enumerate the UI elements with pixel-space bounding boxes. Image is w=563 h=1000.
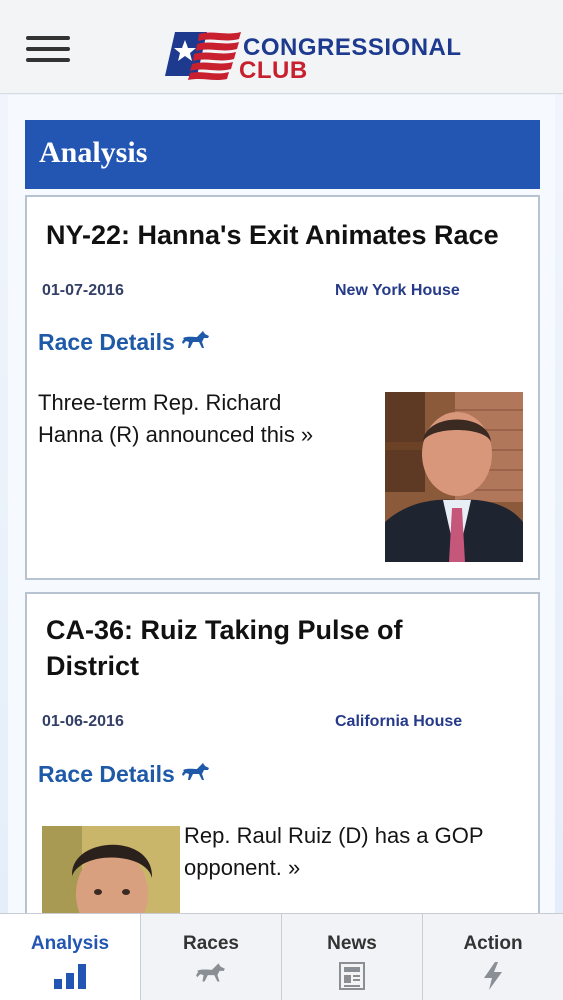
horse-icon <box>196 963 225 982</box>
tab-action[interactable]: Action <box>423 914 563 1000</box>
race-details-label: Race Details <box>38 761 175 787</box>
tab-news[interactable]: News <box>282 914 423 1000</box>
tab-label: Action <box>463 933 523 954</box>
tab-races[interactable]: Races <box>141 914 282 1000</box>
article-summary[interactable]: Rep. Raul Ruiz (D) has a GOP opponent. » <box>184 820 524 884</box>
logo-text-club: CLUB <box>239 57 308 84</box>
hamburger-icon[interactable] <box>26 36 70 70</box>
bar-chart-icon <box>54 964 86 989</box>
article-photo[interactable] <box>42 826 180 913</box>
article-title[interactable]: NY-22: Hanna's Exit Animates Race <box>46 217 528 253</box>
article-title[interactable]: CA-36: Ruiz Taking Pulse of District <box>46 612 476 684</box>
app-header: CONGRESSIONAL CLUB <box>0 0 563 94</box>
article-category[interactable]: California House <box>335 713 462 731</box>
star-flag-icon <box>165 32 241 80</box>
race-details-label: Race Details <box>38 329 175 355</box>
main-content[interactable]: Analysis NY-22: Hanna's Exit Animates Ra… <box>0 95 563 913</box>
tab-label: Races <box>183 933 239 954</box>
newspaper-icon <box>339 962 365 990</box>
congressional-club-logo[interactable]: CONGRESSIONAL CLUB <box>163 26 463 84</box>
section-title: Analysis <box>25 120 540 189</box>
article-category[interactable]: New York House <box>335 282 460 300</box>
article-summary[interactable]: Three-term Rep. Richard Hanna (R) announ… <box>38 387 338 451</box>
article-card[interactable]: NY-22: Hanna's Exit Animates Race 01-07-… <box>25 195 540 580</box>
tab-label: Analysis <box>30 933 110 954</box>
horse-icon <box>181 761 211 788</box>
article-date: 01-06-2016 <box>42 713 124 730</box>
race-details-link[interactable]: Race Details <box>38 761 211 788</box>
tab-label: News <box>327 933 377 954</box>
race-details-link[interactable]: Race Details <box>38 329 211 356</box>
tab-analysis[interactable]: Analysis <box>0 914 141 1000</box>
lightning-icon <box>484 962 502 990</box>
article-card[interactable]: CA-36: Ruiz Taking Pulse of District 01-… <box>25 592 540 913</box>
article-date: 01-07-2016 <box>42 282 124 299</box>
horse-icon <box>181 329 211 356</box>
bottom-tab-bar: Analysis Races News Action <box>0 913 563 1000</box>
article-photo[interactable] <box>385 392 523 562</box>
